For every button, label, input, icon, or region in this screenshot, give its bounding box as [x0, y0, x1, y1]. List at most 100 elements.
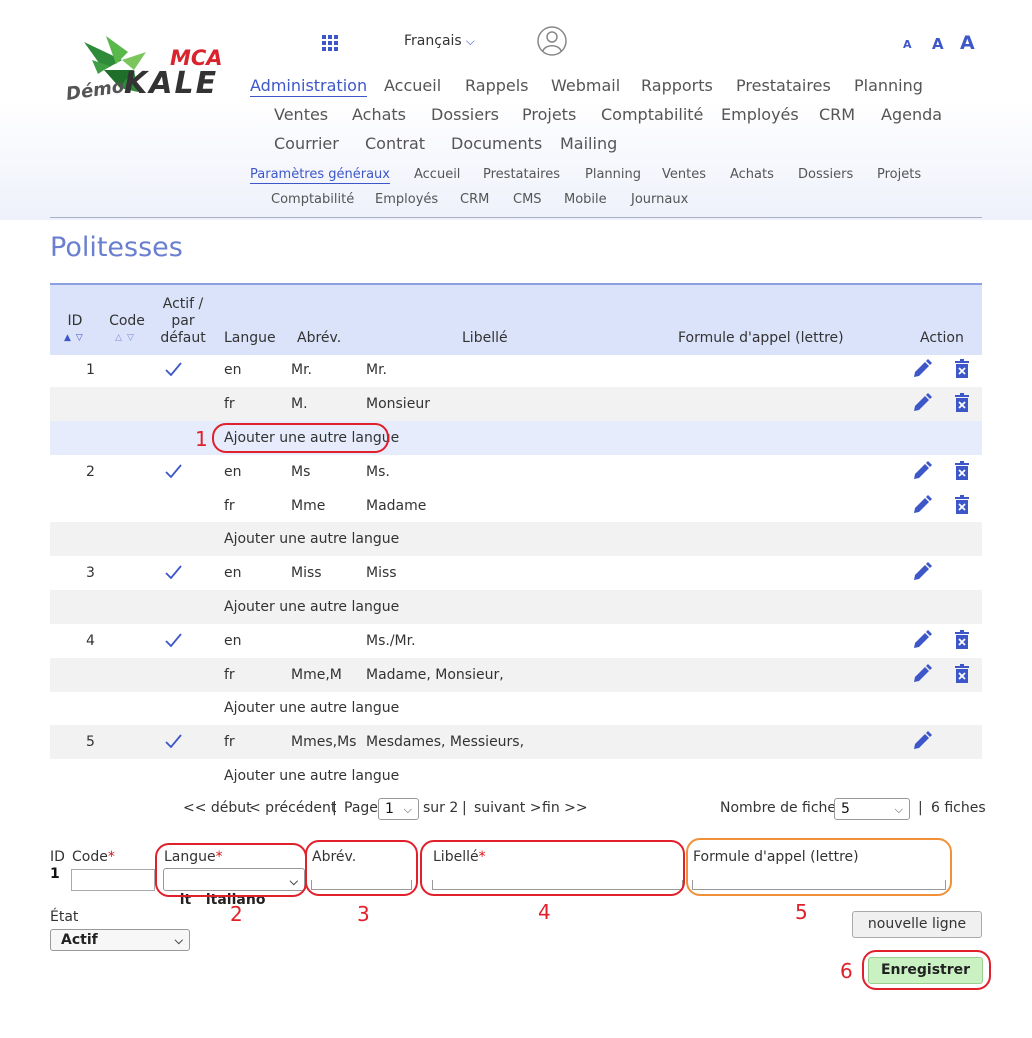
records-per-page-select[interactable]: 5 ⌵ [834, 798, 910, 820]
edit-pencil-icon[interactable] [912, 393, 932, 413]
pager-next-link[interactable]: suivant > [474, 800, 541, 816]
language-selector[interactable]: Français ⌵ [404, 33, 475, 49]
col-id-header[interactable]: ID ▲▽ [64, 313, 86, 347]
subnav-planning[interactable]: Planning [585, 167, 641, 182]
table-row[interactable]: fr M. Monsieur [50, 387, 982, 421]
edit-pencil-icon[interactable] [912, 664, 932, 684]
subnav-comptabilite[interactable]: Comptabilité [271, 192, 354, 207]
font-size-small-button[interactable]: A [903, 38, 912, 51]
nav-dossiers[interactable]: Dossiers [431, 105, 499, 124]
delete-trash-icon[interactable] [952, 461, 972, 481]
pager-prev-link[interactable]: < précédent [249, 800, 336, 816]
nav-accueil[interactable]: Accueil [384, 76, 441, 95]
font-size-medium-button[interactable]: A [932, 35, 944, 53]
nav-ventes[interactable]: Ventes [274, 105, 328, 124]
subnav-accueil[interactable]: Accueil [414, 167, 460, 182]
subnav-cms[interactable]: CMS [513, 192, 542, 207]
add-language-row[interactable]: Ajouter une autre langue [50, 590, 982, 624]
table-row[interactable]: fr Mme,M Madame, Monsieur, [50, 658, 982, 692]
add-language-row[interactable]: Ajouter une autre langue [50, 522, 982, 556]
logo[interactable]: MCA Démo KALE [62, 30, 242, 110]
nav-planning[interactable]: Planning [854, 76, 923, 95]
nav-comptabilite[interactable]: Comptabilité [601, 105, 703, 124]
annotation-number-3: 3 [357, 902, 370, 926]
subnav-employes[interactable]: Employés [375, 192, 438, 207]
add-language-row[interactable]: Ajouter une autre langue [50, 421, 982, 455]
nav-rappels[interactable]: Rappels [465, 76, 529, 95]
delete-trash-icon[interactable] [952, 359, 972, 379]
delete-trash-icon[interactable] [952, 495, 972, 515]
pager-total: sur 2 [423, 800, 459, 816]
user-avatar-icon[interactable] [537, 26, 567, 56]
nav-agenda[interactable]: Agenda [881, 105, 942, 124]
add-language-link[interactable]: Ajouter une autre langue [224, 531, 399, 547]
pager-first-link[interactable]: << début [183, 800, 252, 816]
table-row[interactable]: 5 fr Mmes,Ms Mesdames, Messieurs, [50, 725, 982, 759]
delete-trash-icon[interactable] [952, 630, 972, 650]
table-row[interactable]: fr Mme Madame [50, 489, 982, 523]
edit-pencil-icon[interactable] [912, 359, 932, 379]
nav-employes[interactable]: Employés [721, 105, 799, 124]
logo-brand-text: KALE [124, 66, 219, 101]
add-language-link[interactable]: Ajouter une autre langue [224, 599, 399, 615]
edit-pencil-icon[interactable] [912, 630, 932, 650]
subnav-projets[interactable]: Projets [877, 167, 921, 182]
subnav-mobile[interactable]: Mobile [564, 192, 607, 207]
state-select-value: Actif [61, 932, 98, 948]
subnav-achats[interactable]: Achats [730, 167, 774, 182]
delete-trash-icon[interactable] [952, 664, 972, 684]
nav-contrat[interactable]: Contrat [365, 134, 425, 153]
nav-documents[interactable]: Documents [451, 134, 542, 153]
page-title: Politesses [50, 232, 183, 263]
nav-rapports[interactable]: Rapports [641, 76, 713, 95]
sort-arrows-icon[interactable]: ▲▽ [64, 330, 86, 347]
table-row[interactable]: 1 en Mr. Mr. [50, 353, 982, 387]
edit-pencil-icon[interactable] [912, 731, 932, 751]
row-id: 3 [86, 565, 95, 581]
table-row[interactable]: 4 en Ms./Mr. [50, 624, 982, 658]
subnav-ventes[interactable]: Ventes [662, 167, 706, 182]
col-lang-header: Langue [224, 330, 276, 346]
add-language-row[interactable]: Ajouter une autre langue [50, 691, 982, 725]
page-select-value: 1 [385, 801, 394, 817]
state-select[interactable]: Actif ⌵ [50, 929, 190, 951]
subnav-parametres-generaux[interactable]: Paramètres généraux [250, 167, 390, 184]
row-id: 5 [86, 734, 95, 750]
subnav-dossiers[interactable]: Dossiers [798, 167, 853, 182]
add-language-row[interactable]: Ajouter une autre langue [50, 759, 982, 793]
nav-projets[interactable]: Projets [522, 105, 576, 124]
delete-trash-icon[interactable] [952, 393, 972, 413]
nav-crm[interactable]: CRM [819, 105, 855, 124]
row-lang: fr [224, 734, 235, 750]
col-code-header[interactable]: Code △▽ [106, 313, 148, 347]
nav-prestataires[interactable]: Prestataires [736, 76, 831, 95]
chevron-down-icon: ⌵ [894, 803, 903, 816]
add-language-link[interactable]: Ajouter une autre langue [224, 700, 399, 716]
nav-mailing[interactable]: Mailing [560, 134, 617, 153]
apps-grid-icon[interactable] [322, 35, 340, 51]
subnav-journaux[interactable]: Journaux [631, 192, 688, 207]
nav-webmail[interactable]: Webmail [551, 76, 620, 95]
edit-pencil-icon[interactable] [912, 461, 932, 481]
edit-pencil-icon[interactable] [912, 495, 932, 515]
subnav-prestataires[interactable]: Prestataires [483, 167, 560, 182]
nav-courrier[interactable]: Courrier [274, 134, 339, 153]
subnav-crm[interactable]: CRM [460, 192, 489, 207]
page-select[interactable]: 1 ⌵ [378, 798, 419, 820]
sort-arrows-icon[interactable]: △▽ [106, 330, 148, 347]
edit-pencil-icon[interactable] [912, 562, 932, 582]
row-label: Madame, Monsieur, [366, 667, 504, 683]
pager-separator: | [332, 800, 337, 816]
col-active-header: Actif / par défaut [158, 296, 208, 347]
add-language-link[interactable]: Ajouter une autre langue [224, 768, 399, 784]
code-input[interactable] [71, 869, 155, 891]
nav-administration[interactable]: Administration [250, 76, 368, 97]
pager-last-link[interactable]: fin >> [542, 800, 588, 816]
annotation-highlight-3 [305, 840, 418, 896]
font-size-large-button[interactable]: A [960, 32, 975, 54]
nav-achats[interactable]: Achats [352, 105, 406, 124]
table-row[interactable]: 3 en Miss Miss [50, 556, 982, 590]
row-label: Mr. [366, 362, 387, 378]
new-line-button[interactable]: nouvelle ligne [852, 911, 982, 938]
table-row[interactable]: 2 en Ms Ms. [50, 455, 982, 489]
